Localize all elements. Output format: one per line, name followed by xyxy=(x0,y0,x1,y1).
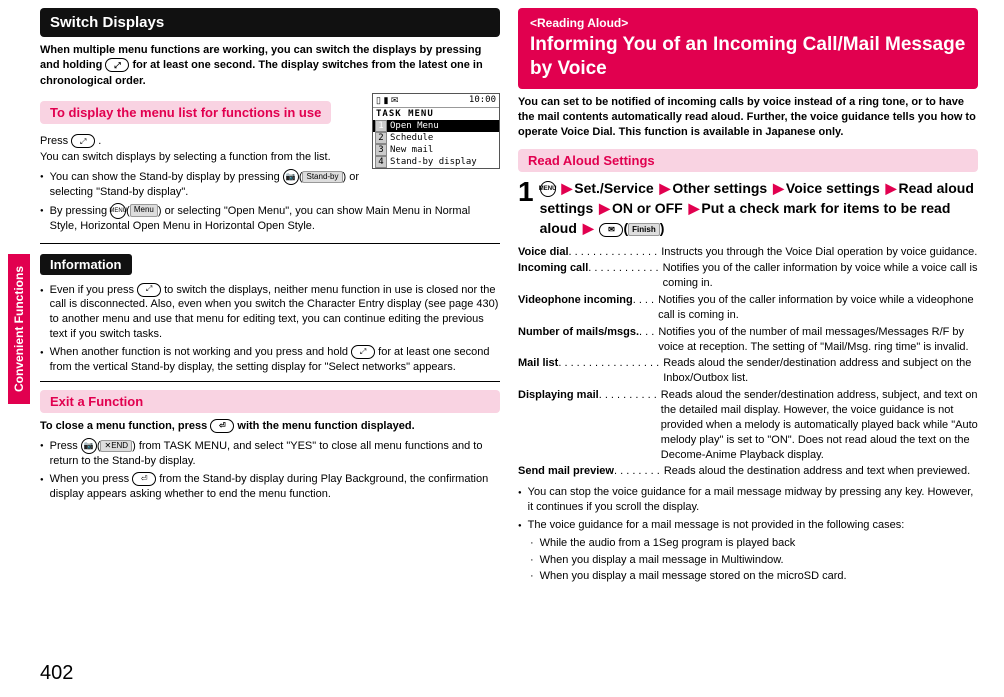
list-item: Mail list . . . . . . . . . . . . . . . … xyxy=(518,356,978,386)
settings-list: Voice dial . . . . . . . . . . . . . . .… xyxy=(518,245,978,480)
task-item-1: 1Open Menu xyxy=(373,120,499,132)
list-item: Incoming call . . . . . . . . . . . .Not… xyxy=(518,261,978,291)
menu-key-icon: MENU xyxy=(540,181,556,197)
status-icons: ▯ ▮ ✉ xyxy=(376,95,398,106)
end-key-icon: ⏎ xyxy=(132,472,156,486)
subhead-display-menu-list: To display the menu list for functions i… xyxy=(40,101,331,124)
softkey-menu: Menu xyxy=(130,204,158,217)
press-a: Press xyxy=(40,135,71,147)
pretitle: <Reading Aloud> xyxy=(530,16,966,31)
softkey-standby: Stand-by xyxy=(302,171,342,184)
side-tab: Convenient Functions xyxy=(8,254,30,404)
step-1: 1 MENU ▶Set./Service ▶Other settings ▶Vo… xyxy=(518,178,978,239)
case-3: When you display a mail message stored o… xyxy=(530,569,978,584)
multitask-key-icon: ⤢ xyxy=(71,134,95,148)
step-number: 1 xyxy=(518,178,534,206)
page-number: 402 xyxy=(40,662,73,685)
arrow-icon: ▶ xyxy=(660,180,671,196)
list-item: Number of mails/msgs. . . .Notifies you … xyxy=(518,325,978,355)
case-2: When you display a mail message in Multi… xyxy=(530,553,978,568)
subhead-exit-function: Exit a Function xyxy=(40,390,500,413)
menu-key-icon: MENU xyxy=(110,203,126,219)
arrow-icon: ▶ xyxy=(886,180,897,196)
note-bullet-1: You can stop the voice guidance for a ma… xyxy=(518,485,978,515)
multitask-key-icon: ⤢ xyxy=(137,283,161,297)
list-item: Displaying mail . . . . . . . . . .Reads… xyxy=(518,388,978,462)
clock: 10:00 xyxy=(469,95,496,106)
heading-title: Informing You of an Incoming Call/Mail M… xyxy=(530,34,965,79)
press-b: . xyxy=(98,135,101,147)
arrow-icon: ▶ xyxy=(773,180,784,196)
task-menu-title: TASK MENU xyxy=(373,108,499,120)
intro-paragraph: When multiple menu functions are working… xyxy=(40,43,500,89)
arrow-icon: ▶ xyxy=(561,180,572,196)
arrow-icon: ▶ xyxy=(583,220,594,236)
list-item: Voice dial . . . . . . . . . . . . . . .… xyxy=(518,245,978,260)
mail-key-icon: ✉ xyxy=(599,223,623,237)
camera-key-icon: 📷 xyxy=(81,438,97,454)
task-item-4: 4Stand-by display xyxy=(373,156,499,168)
info-bullet-2: When another function is not working and… xyxy=(40,345,500,375)
right-intro: You can set to be notified of incoming c… xyxy=(518,95,978,141)
list-item: Send mail preview. . . . . . . .Reads al… xyxy=(518,464,978,479)
task-menu-screenshot: ▯ ▮ ✉ 10:00 TASK MENU 1Open Menu 2Schedu… xyxy=(372,93,500,169)
note-bullet-2: The voice guidance for a mail message is… xyxy=(518,518,978,533)
camera-key-icon: 📷 xyxy=(283,169,299,185)
softkey-finish: Finish xyxy=(628,223,660,237)
info-bullet-1: Even if you press ⤢ to switch the displa… xyxy=(40,283,500,342)
press-line2: You can switch displays by selecting a f… xyxy=(40,151,331,163)
exit-line: To close a menu function, press ⏎ with t… xyxy=(40,419,500,434)
multitask-key-icon: ⤢ xyxy=(351,345,375,359)
task-item-3: 3New mail xyxy=(373,144,499,156)
end-key-icon: ⏎ xyxy=(210,419,234,433)
case-1: While the audio from a 1Seg program is p… xyxy=(530,536,978,551)
arrow-icon: ▶ xyxy=(689,200,700,216)
heading-reading-aloud: <Reading Aloud> Informing You of an Inco… xyxy=(518,8,978,89)
exit-bullet-2: When you press ⏎ from the Stand-by displ… xyxy=(40,472,500,502)
heading-switch-displays: Switch Displays xyxy=(40,8,500,37)
multitask-key-icon: ⤢ xyxy=(105,58,129,72)
bullet-openmenu: By pressing MENU(Menu) or selecting "Ope… xyxy=(40,203,500,234)
exit-bullet-1: Press 📷(✕END) from TASK MENU, and select… xyxy=(40,438,500,469)
right-column: <Reading Aloud> Informing You of an Inco… xyxy=(518,8,978,586)
subhead-read-aloud-settings: Read Aloud Settings xyxy=(518,149,978,172)
information-label: Information xyxy=(40,254,132,275)
bullet-standby: You can show the Stand-by display by pre… xyxy=(40,169,364,200)
softkey-end: ✕END xyxy=(100,440,132,453)
list-item: Videophone incoming . . . .Notifies you … xyxy=(518,293,978,323)
left-column: Switch Displays When multiple menu funct… xyxy=(40,8,500,586)
arrow-icon: ▶ xyxy=(599,200,610,216)
task-item-2: 2Schedule xyxy=(373,132,499,144)
